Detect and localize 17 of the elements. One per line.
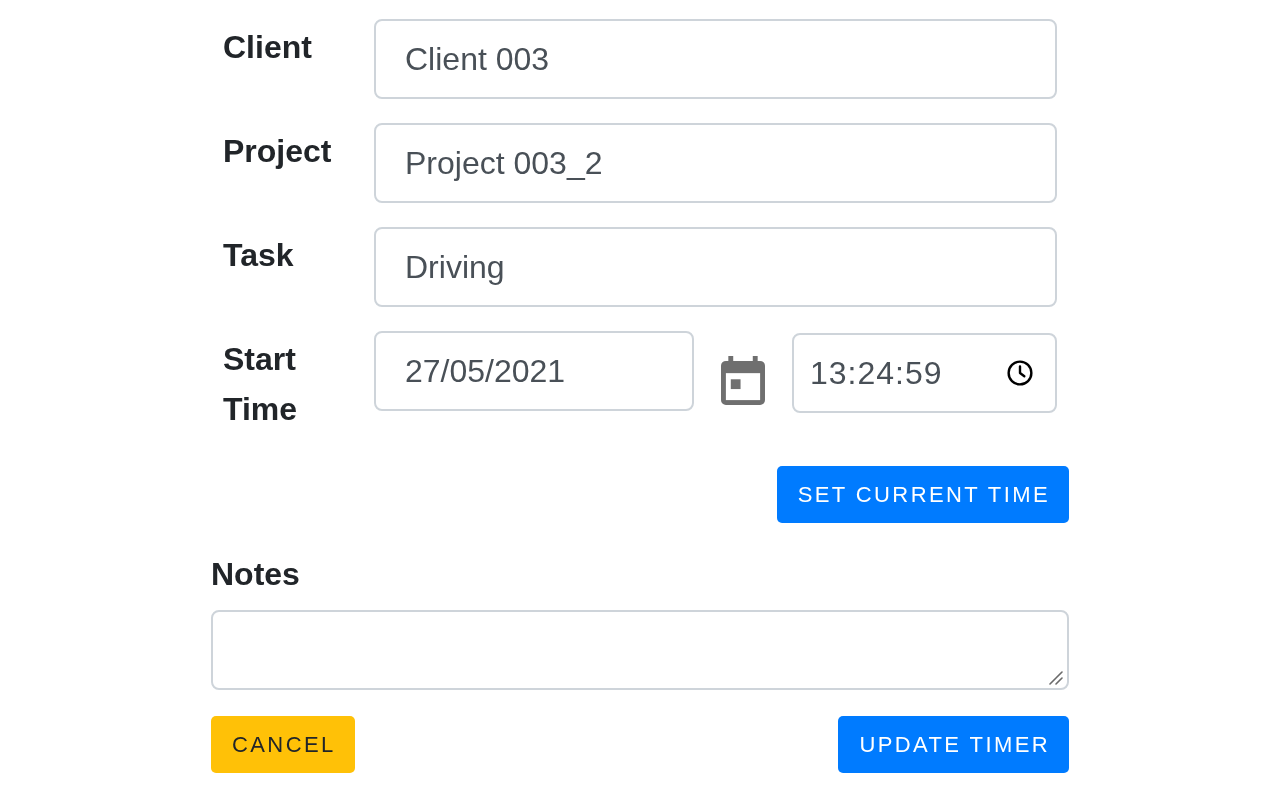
cancel-button[interactable]: CANCEL <box>211 716 355 773</box>
clock-icon[interactable] <box>1007 360 1033 386</box>
update-timer-button[interactable]: UPDATE TIMER <box>838 716 1069 773</box>
field-label: Notes <box>211 555 300 594</box>
text-field[interactable]: Project 003_2 <box>374 123 1057 203</box>
field-label: Start Time <box>223 340 299 429</box>
text-field[interactable]: Client 003 <box>374 19 1057 99</box>
text-field[interactable]: Driving <box>374 227 1057 307</box>
field-label: Project <box>223 132 332 171</box>
set-current-time-button[interactable]: SET CURRENT TIME <box>776 466 1069 523</box>
field-label: Client <box>223 28 312 67</box>
field-label: Task <box>223 236 294 275</box>
resize-handle-icon[interactable] <box>1049 671 1063 685</box>
date-field[interactable]: 27/05/2021 <box>374 331 694 411</box>
time-field[interactable]: 13:24:59 <box>792 333 1057 413</box>
notes-field[interactable] <box>211 610 1069 690</box>
calendar-icon[interactable] <box>721 356 765 405</box>
